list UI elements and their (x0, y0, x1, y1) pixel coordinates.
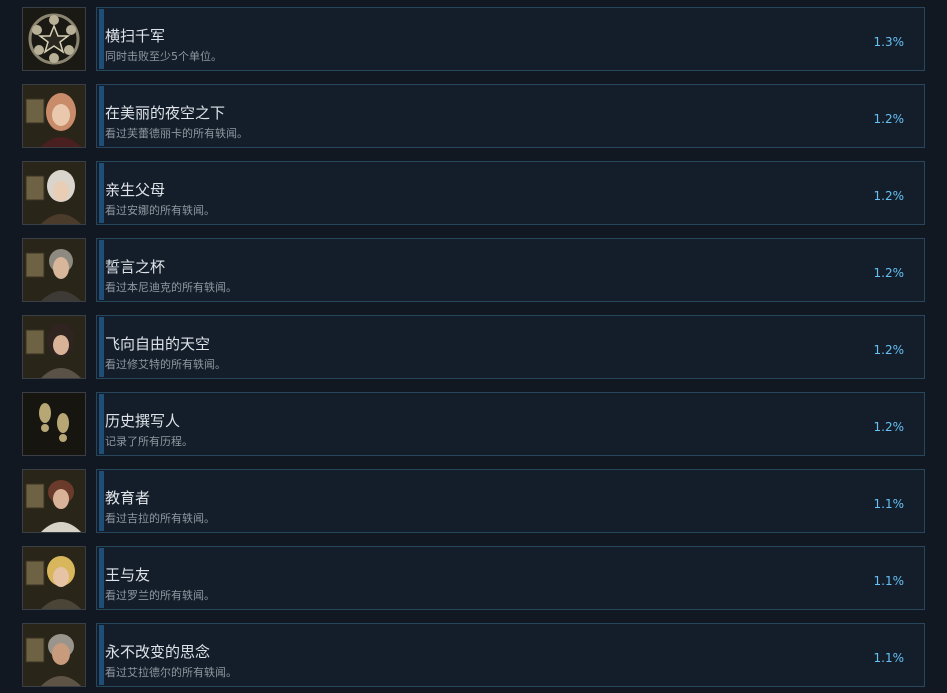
achievement-row[interactable]: 在美丽的夜空之下 看过芙蕾德丽卡的所有轶闻。 1.2% (22, 84, 926, 150)
accent-bar (99, 625, 104, 685)
accent-bar (99, 240, 104, 300)
achievement-description: 看过本尼迪克的所有轶闻。 (105, 281, 237, 294)
achievement-title: 永不改变的思念 (105, 643, 211, 661)
sword-burst-emblem-icon (22, 7, 86, 71)
accent-bar (99, 548, 104, 608)
achievement-description: 看过芙蕾德丽卡的所有轶闻。 (105, 127, 248, 140)
achievement-description: 看过吉拉的所有轶闻。 (105, 512, 215, 525)
achievement-row[interactable]: 誓言之杯 看过本尼迪克的所有轶闻。 1.2% (22, 238, 926, 304)
unlock-percentage: 1.1% (873, 574, 905, 588)
achievement-description: 看过艾拉德尔的所有轶闻。 (105, 666, 237, 679)
portrait-icon (22, 546, 86, 610)
achievement-title: 在美丽的夜空之下 (105, 104, 226, 122)
accent-bar (99, 86, 104, 146)
portrait-icon (22, 238, 86, 302)
achievement-card: 在美丽的夜空之下 看过芙蕾德丽卡的所有轶闻。 1.2% (96, 84, 925, 148)
achievement-title: 亲生父母 (105, 181, 166, 199)
achievement-title: 历史撰写人 (105, 412, 181, 430)
accent-bar (99, 163, 104, 223)
achievement-card: 教育者 看过吉拉的所有轶闻。 1.1% (96, 469, 925, 533)
achievement-row[interactable]: 亲生父母 看过安娜的所有轶闻。 1.2% (22, 161, 926, 227)
achievement-card: 亲生父母 看过安娜的所有轶闻。 1.2% (96, 161, 925, 225)
achievement-row[interactable]: 飞向自由的天空 看过修艾特的所有轶闻。 1.2% (22, 315, 926, 381)
accent-bar (99, 9, 104, 69)
portrait-icon (22, 469, 86, 533)
achievement-card: 历史撰写人 记录了所有历程。 1.2% (96, 392, 925, 456)
portrait-icon (22, 623, 86, 687)
achievement-row[interactable]: 王与友 看过罗兰的所有轶闻。 1.1% (22, 546, 926, 612)
achievement-description: 看过罗兰的所有轶闻。 (105, 589, 215, 602)
unlock-percentage: 1.2% (873, 112, 905, 126)
achievement-title: 王与友 (105, 566, 151, 584)
accent-bar (99, 471, 104, 531)
achievement-title: 誓言之杯 (105, 258, 166, 276)
portrait-icon (22, 84, 86, 148)
footprints-icon (22, 392, 86, 456)
accent-bar (99, 394, 104, 454)
achievement-description: 看过安娜的所有轶闻。 (105, 204, 215, 217)
achievement-card: 永不改变的思念 看过艾拉德尔的所有轶闻。 1.1% (96, 623, 925, 687)
accent-bar (99, 317, 104, 377)
achievement-card: 飞向自由的天空 看过修艾特的所有轶闻。 1.2% (96, 315, 925, 379)
unlock-percentage: 1.1% (873, 497, 905, 511)
unlock-percentage: 1.2% (873, 266, 905, 280)
unlock-percentage: 1.2% (873, 343, 905, 357)
unlock-percentage: 1.2% (873, 420, 905, 434)
achievement-title: 横扫千军 (105, 27, 166, 45)
unlock-percentage: 1.3% (873, 35, 905, 49)
unlock-percentage: 1.2% (873, 189, 905, 203)
achievement-card: 横扫千军 同时击败至少5个单位。 1.3% (96, 7, 925, 71)
achievement-title: 飞向自由的天空 (105, 335, 211, 353)
achievement-row[interactable]: 横扫千军 同时击败至少5个单位。 1.3% (22, 7, 926, 73)
achievement-card: 誓言之杯 看过本尼迪克的所有轶闻。 1.2% (96, 238, 925, 302)
achievement-description: 看过修艾特的所有轶闻。 (105, 358, 226, 371)
portrait-icon (22, 315, 86, 379)
achievement-row[interactable]: 教育者 看过吉拉的所有轶闻。 1.1% (22, 469, 926, 535)
unlock-percentage: 1.1% (873, 651, 905, 665)
achievement-title: 教育者 (105, 489, 151, 507)
achievement-description: 记录了所有历程。 (105, 435, 193, 448)
achievement-card: 王与友 看过罗兰的所有轶闻。 1.1% (96, 546, 925, 610)
achievement-list: 横扫千军 同时击败至少5个单位。 1.3% 在美丽的夜空之下 看过芙蕾德丽卡的所… (0, 0, 947, 693)
achievement-row[interactable]: 历史撰写人 记录了所有历程。 1.2% (22, 392, 926, 458)
achievement-description: 同时击败至少5个单位。 (105, 50, 222, 63)
portrait-icon (22, 161, 86, 225)
achievement-row[interactable]: 永不改变的思念 看过艾拉德尔的所有轶闻。 1.1% (22, 623, 926, 689)
